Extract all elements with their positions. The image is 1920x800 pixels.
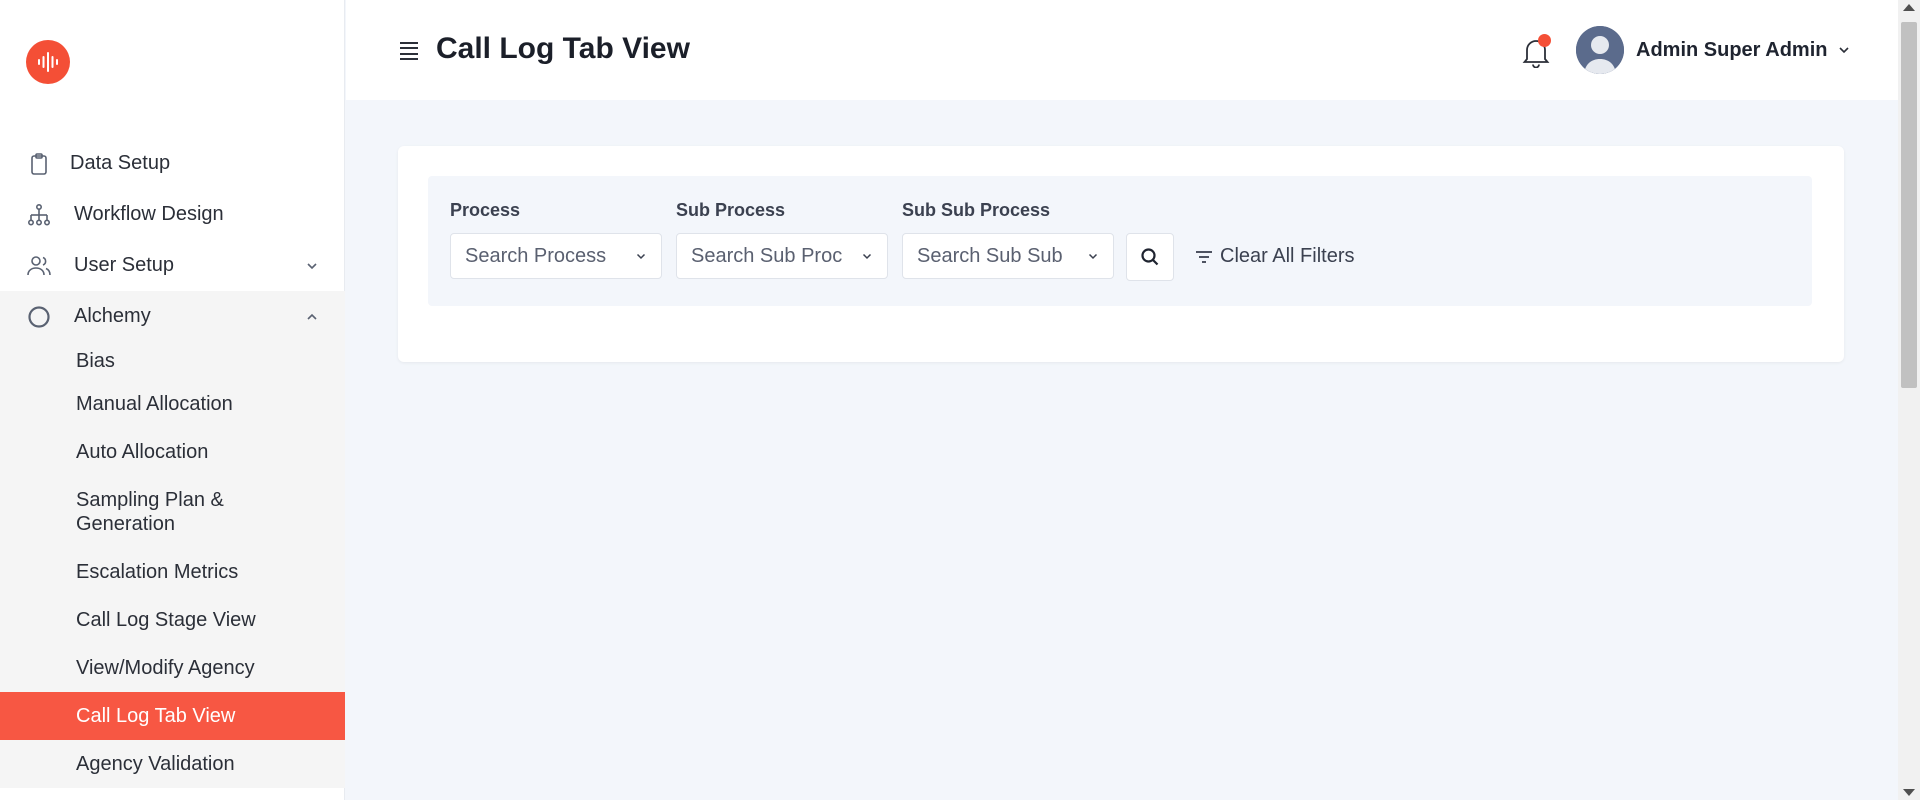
search-icon [1141,248,1159,266]
sidebar-item-workflow-design[interactable]: Workflow Design [0,189,345,240]
sub-sub-process-filter: Sub Sub Process Search Sub Sub [902,200,1114,279]
process-placeholder: Search Process [465,244,607,267]
notification-dot [1538,34,1551,47]
chevron-down-icon [861,250,873,262]
sidebar-item-label: Workflow Design [74,203,224,225]
sidebar: Data Setup Workflow Design User Setup Al… [0,0,345,800]
sidebar-subitem-bias[interactable]: Bias [0,342,345,380]
chevron-down-icon [1837,43,1851,57]
sub-process-label: Sub Process [676,200,786,220]
sidebar-subitem-label: Escalation Metrics [76,561,239,583]
sub-process-filter: Sub Process Search Sub Proc [676,200,888,279]
sidebar-subitem-label: Call Log Tab View [76,705,236,727]
sub-sub-process-placeholder: Search Sub Sub [917,244,1063,267]
alchemy-submenu: Bias Manual Allocation Auto Allocation S… [0,342,345,788]
sub-process-select[interactable]: Search Sub Proc [676,233,888,279]
audio-wave-icon [38,52,58,72]
sidebar-subitem-call-log-stage-view[interactable]: Call Log Stage View [0,596,345,644]
top-header: Call Log Tab View Admin Super Admin [346,0,1898,100]
sidebar-subitem-label: View/Modify Agency [76,657,255,679]
process-label: Process [450,200,521,220]
sidebar-subitem-label: Auto Allocation [76,441,209,463]
sidebar-subitem-agency-validation[interactable]: Agency Validation [0,740,345,788]
page-scrollbar[interactable] [1898,0,1920,800]
chevron-down-icon [305,259,319,273]
sidebar-subitem-label: Bias [76,350,115,372]
sidebar-subitem-label: Manual Allocation [76,393,233,415]
clipboard-icon [26,151,52,177]
page-title: Call Log Tab View [436,32,690,65]
app-logo[interactable] [26,40,70,84]
scroll-thumb[interactable] [1901,22,1917,388]
sidebar-item-user-setup[interactable]: User Setup [0,240,345,291]
sidebar-subitem-view-modify-agency[interactable]: View/Modify Agency [0,644,345,692]
sidebar-subitem-call-log-tab-view[interactable]: Call Log Tab View [0,692,345,740]
user-menu[interactable]: Admin Super Admin [1576,26,1851,74]
sub-sub-process-label: Sub Sub Process [902,200,1051,220]
menu-toggle-icon[interactable] [400,42,418,60]
hierarchy-icon [26,202,52,228]
sidebar-item-label: User Setup [74,254,175,276]
sub-process-placeholder: Search Sub Proc [691,244,843,267]
sidebar-subitem-sampling-plan[interactable]: Sampling Plan & Generation [0,476,345,548]
scroll-down-arrow-icon[interactable] [1903,789,1915,796]
filter-icon [1194,247,1214,267]
filter-bar: Process Search Process Sub Process Searc… [428,176,1812,306]
sidebar-item-alchemy[interactable]: Alchemy [0,291,345,342]
sidebar-item-label: Alchemy [74,305,151,327]
users-icon [26,253,52,279]
clear-filters-button[interactable]: Clear All Filters [1194,245,1354,268]
notification-button[interactable] [1521,34,1551,69]
sidebar-subitem-manual-allocation[interactable]: Manual Allocation [0,380,345,428]
sidebar-nav: Data Setup Workflow Design User Setup Al… [0,138,345,788]
search-button[interactable] [1126,233,1174,281]
user-name: Admin Super Admin [1636,38,1828,61]
chevron-down-icon [1087,250,1099,262]
filter-card: Process Search Process Sub Process Searc… [398,146,1844,362]
process-select[interactable]: Search Process [450,233,662,279]
sidebar-subitem-label: Sampling Plan & Generation [76,489,224,535]
scroll-up-arrow-icon[interactable] [1903,4,1915,11]
avatar [1576,26,1624,74]
clear-filters-label: Clear All Filters [1220,245,1355,267]
sidebar-item-data-setup[interactable]: Data Setup [0,138,345,189]
chevron-down-icon [635,250,647,262]
sidebar-subitem-label: Agency Validation [76,753,235,775]
sidebar-item-label: Data Setup [70,152,171,174]
process-filter: Process Search Process [450,200,662,279]
sub-sub-process-select[interactable]: Search Sub Sub [902,233,1114,279]
chevron-up-icon [305,310,319,324]
circle-icon [26,304,52,330]
sidebar-subitem-label: Call Log Stage View [76,609,256,631]
sidebar-subitem-auto-allocation[interactable]: Auto Allocation [0,428,345,476]
sidebar-subitem-escalation-metrics[interactable]: Escalation Metrics [0,548,345,596]
